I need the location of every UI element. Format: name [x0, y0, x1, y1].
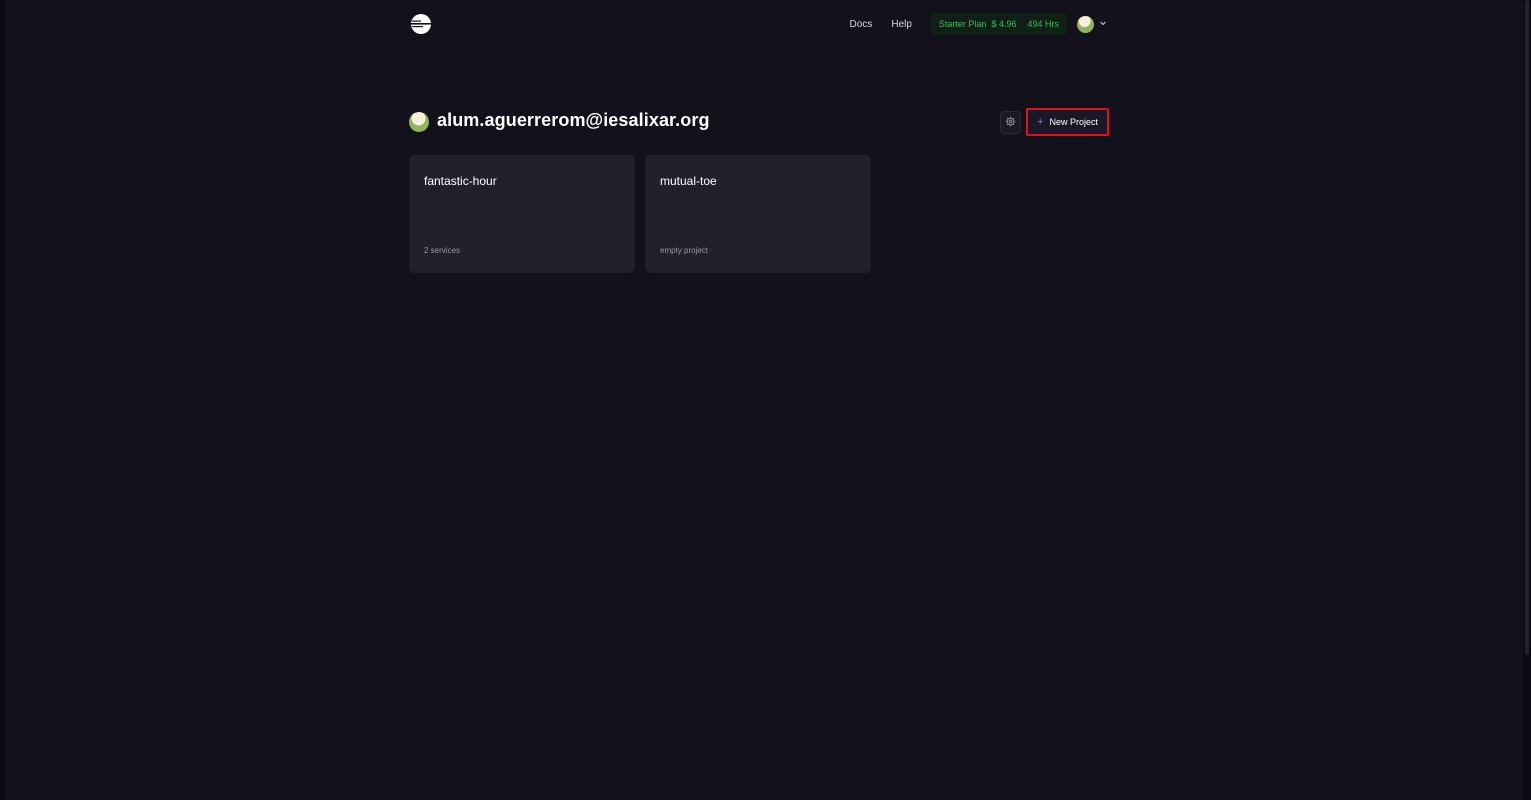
gear-icon	[1005, 114, 1016, 132]
help-link[interactable]: Help	[891, 19, 912, 30]
team-header: alum.aguerrerom@iesalixar.org + New Proj…	[409, 108, 1109, 136]
plan-usage-badge[interactable]: Starter Plan $ 4.96 494 Hrs	[930, 13, 1067, 35]
user-avatar[interactable]	[1077, 15, 1094, 33]
team-avatar	[409, 112, 429, 132]
project-name: fantastic-hour	[424, 174, 497, 188]
docs-link[interactable]: Docs	[850, 19, 873, 30]
nav-right-group: Docs Help Starter Plan $ 4.96 494 Hrs	[850, 12, 1107, 36]
scrollbar-thumb[interactable]	[1525, 0, 1529, 655]
new-project-label: New Project	[1049, 117, 1098, 127]
plan-balance: $ 4.96	[991, 19, 1017, 29]
dashboard-page: Docs Help Starter Plan $ 4.96 494 Hrs al…	[0, 0, 1531, 800]
chevron-down-icon[interactable]	[1099, 14, 1107, 32]
project-summary: 2 services	[424, 246, 461, 255]
team-settings-button[interactable]	[1000, 111, 1021, 134]
project-grid: fantastic-hour 2 services mutual-toe emp…	[409, 155, 881, 273]
window-edge-left	[0, 0, 5, 800]
project-card-fantastic-hour[interactable]: fantastic-hour 2 services	[409, 155, 635, 273]
team-name: alum.aguerrerom@iesalixar.org	[437, 110, 710, 130]
scrollbar-track[interactable]	[1523, 0, 1531, 800]
project-name: mutual-toe	[660, 174, 717, 188]
railway-logo-icon[interactable]	[409, 12, 433, 36]
plan-name: Starter Plan	[938, 19, 987, 29]
new-project-button[interactable]: + New Project	[1026, 108, 1109, 136]
project-summary: empty project	[660, 246, 709, 255]
plus-icon: +	[1037, 115, 1044, 128]
top-navigation: Docs Help Starter Plan $ 4.96 494 Hrs	[409, 12, 1107, 36]
project-card-mutual-toe[interactable]: mutual-toe empty project	[645, 155, 871, 273]
plan-hours: 494 Hrs	[1027, 19, 1059, 29]
